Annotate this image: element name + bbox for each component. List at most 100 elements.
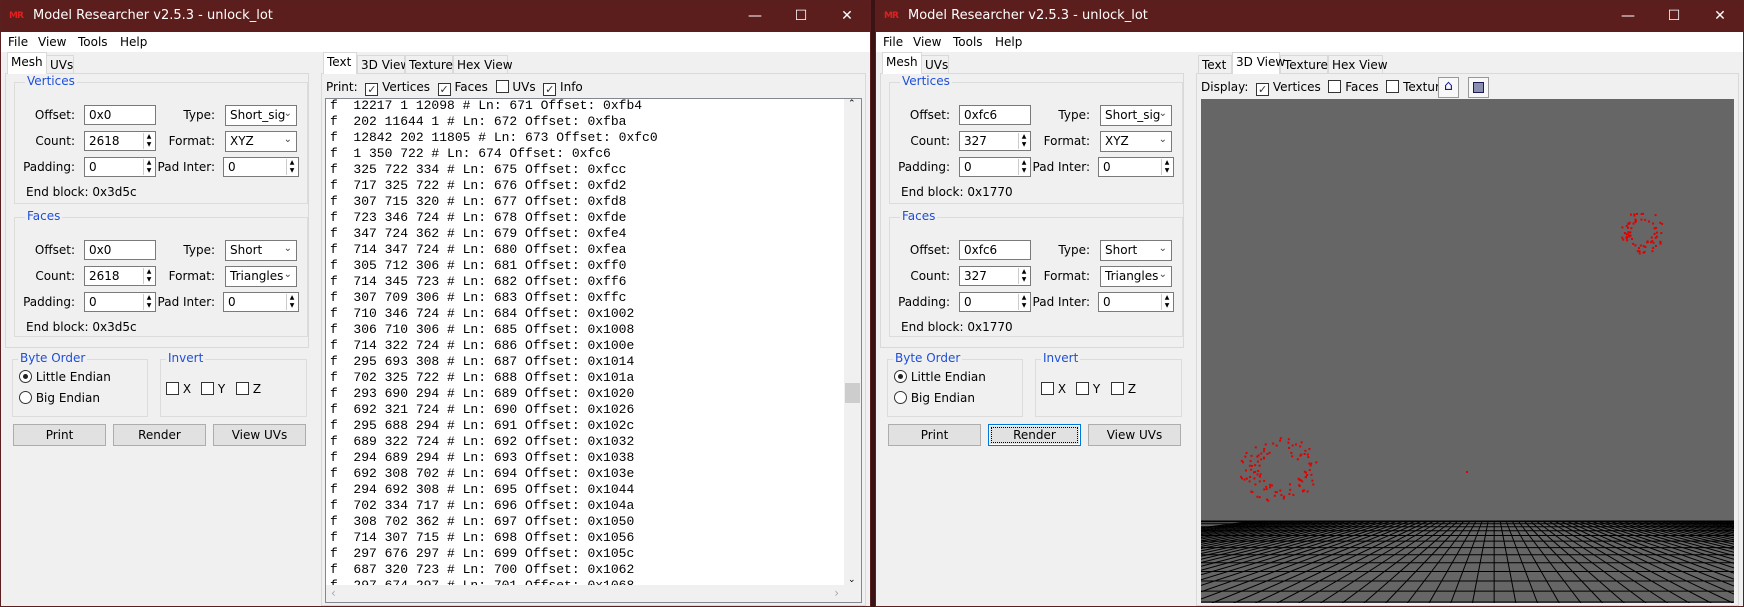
radio-icon[interactable] xyxy=(19,391,32,404)
title-bar[interactable]: MR Model Researcher v2.5.3 - unlock_lot … xyxy=(876,1,1743,32)
spin-arrows-icon[interactable]: ▲ ▼ xyxy=(143,268,154,284)
print-faces-checkbox[interactable]: ✓ Faces xyxy=(437,80,488,96)
checkbox-icon[interactable] xyxy=(1328,80,1342,93)
invert-z-checkbox[interactable]: Z xyxy=(1111,382,1136,396)
tab-text[interactable]: Text xyxy=(1198,55,1232,75)
vertices-offset-input[interactable]: 0xfc6 xyxy=(959,105,1031,125)
radio-little-endian[interactable]: Little Endian xyxy=(19,370,111,384)
faces-format-select[interactable]: Triangles ⌄ xyxy=(1100,266,1172,287)
menu-tools[interactable]: Tools xyxy=(953,35,983,49)
checkbox-icon[interactable] xyxy=(1111,382,1124,395)
faces-pad-inter-stepper[interactable]: 0 ▲ ▼ xyxy=(223,292,299,312)
title-bar[interactable]: MR Model Researcher v2.5.3 - unlock_lot … xyxy=(1,1,870,32)
faces-count-stepper[interactable]: 327 ▲ ▼ xyxy=(959,266,1031,286)
tab-text[interactable]: Text xyxy=(323,52,357,74)
scroll-up-icon[interactable]: ⌃ xyxy=(848,99,856,109)
tab-uvs[interactable]: UVs xyxy=(46,55,74,75)
checkbox-icon[interactable] xyxy=(1386,80,1400,93)
checkbox-icon[interactable] xyxy=(166,382,179,395)
print-info-checkbox[interactable]: ✓ Info xyxy=(543,80,583,96)
display-faces-checkbox[interactable]: Faces xyxy=(1328,80,1379,94)
scroll-left-icon[interactable]: ‹ xyxy=(331,586,336,600)
home-view-button[interactable]: ⌂ xyxy=(1438,77,1459,98)
radio-icon[interactable] xyxy=(894,370,907,383)
scroll-right-icon[interactable]: › xyxy=(834,586,839,600)
menu-file[interactable]: File xyxy=(8,35,28,49)
checkbox-icon[interactable] xyxy=(236,382,249,395)
3d-viewport[interactable] xyxy=(1201,99,1734,603)
close-button[interactable]: ✕ xyxy=(1697,1,1743,32)
tab-mesh[interactable]: Mesh xyxy=(7,52,47,74)
faces-format-select[interactable]: Triangles ⌄ xyxy=(225,266,297,287)
tab-hex-view[interactable]: Hex View xyxy=(1328,55,1388,75)
render-button[interactable]: Render xyxy=(113,424,206,446)
checkbox-icon[interactable] xyxy=(1076,382,1089,395)
horizontal-scrollbar[interactable]: ‹ › xyxy=(326,585,861,602)
spin-arrows-icon[interactable]: ▲ ▼ xyxy=(1018,133,1029,149)
close-button[interactable]: ✕ xyxy=(824,1,870,32)
checkbox-icon[interactable]: ✓ xyxy=(365,83,379,96)
menu-tools[interactable]: Tools xyxy=(78,35,108,49)
checkbox-icon[interactable]: ✓ xyxy=(1256,83,1270,96)
invert-y-checkbox[interactable]: Y xyxy=(1076,382,1100,396)
fit-view-button[interactable] xyxy=(1468,77,1489,98)
vertices-format-select[interactable]: XYZ ⌄ xyxy=(225,131,297,152)
spin-arrows-icon[interactable]: ▲ ▼ xyxy=(143,133,154,149)
maximize-button[interactable]: ☐ xyxy=(778,1,824,32)
tab-mesh[interactable]: Mesh xyxy=(882,52,922,74)
faces-count-stepper[interactable]: 2618 ▲ ▼ xyxy=(84,266,156,286)
tab-uvs[interactable]: UVs xyxy=(921,55,949,75)
menu-view[interactable]: View xyxy=(913,35,941,49)
menu-file[interactable]: File xyxy=(883,35,903,49)
spin-arrows-icon[interactable]: ▲ ▼ xyxy=(1161,159,1172,175)
menu-help[interactable]: Help xyxy=(120,35,147,49)
vertical-scrollbar[interactable]: ⌃ ⌄ xyxy=(844,99,861,585)
radio-big-endian[interactable]: Big Endian xyxy=(19,391,100,405)
radio-icon[interactable] xyxy=(19,370,32,383)
minimize-button[interactable]: — xyxy=(732,1,778,32)
menu-view[interactable]: View xyxy=(38,35,66,49)
checkbox-icon[interactable] xyxy=(201,382,214,395)
checkbox-icon[interactable] xyxy=(495,80,509,93)
tab-3d-view[interactable]: 3D View xyxy=(357,55,410,75)
print-vertices-checkbox[interactable]: ✓ Vertices xyxy=(365,80,430,96)
scroll-thumb[interactable] xyxy=(845,383,860,404)
minimize-button[interactable]: — xyxy=(1605,1,1651,32)
tab-hex-view[interactable]: Hex View xyxy=(453,55,513,75)
radio-big-endian[interactable]: Big Endian xyxy=(894,391,975,405)
checkbox-icon[interactable] xyxy=(1041,382,1054,395)
display-vertices-checkbox[interactable]: ✓ Vertices xyxy=(1256,80,1321,96)
radio-icon[interactable] xyxy=(894,391,907,404)
invert-x-checkbox[interactable]: X xyxy=(1041,382,1066,396)
view-uvs-button[interactable]: View UVs xyxy=(213,424,306,446)
vertices-type-select[interactable]: Short_sig ⌄ xyxy=(225,105,297,126)
menu-help[interactable]: Help xyxy=(995,35,1022,49)
spin-arrows-icon[interactable]: ▲ ▼ xyxy=(286,159,297,175)
faces-type-select[interactable]: Short ⌄ xyxy=(1100,240,1172,261)
faces-offset-input[interactable]: 0x0 xyxy=(84,240,156,260)
spin-arrows-icon[interactable]: ▲ ▼ xyxy=(1161,294,1172,310)
vertices-count-stepper[interactable]: 2618 ▲ ▼ xyxy=(84,131,156,151)
invert-x-checkbox[interactable]: X xyxy=(166,382,191,396)
checkbox-icon[interactable]: ✓ xyxy=(543,83,557,96)
text-output[interactable]: f 12217 1 12098 # Ln: 671 Offset: 0xfb4 f… xyxy=(325,98,862,603)
spin-arrows-icon[interactable]: ▲ ▼ xyxy=(286,294,297,310)
print-button[interactable]: Print xyxy=(888,424,981,446)
vertices-offset-input[interactable]: 0x0 xyxy=(84,105,156,125)
vertices-pad-inter-stepper[interactable]: 0 ▲ ▼ xyxy=(223,157,299,177)
scroll-down-icon[interactable]: ⌄ xyxy=(848,575,856,585)
faces-pad-inter-stepper[interactable]: 0 ▲ ▼ xyxy=(1098,292,1174,312)
tab-texture[interactable]: Texture xyxy=(405,55,453,75)
vertices-type-select[interactable]: Short_sig ⌄ xyxy=(1100,105,1172,126)
view-uvs-button[interactable]: View UVs xyxy=(1088,424,1181,446)
tab-texture[interactable]: Texture xyxy=(1280,55,1328,75)
vertices-format-select[interactable]: XYZ ⌄ xyxy=(1100,131,1172,152)
spin-arrows-icon[interactable]: ▲ ▼ xyxy=(1018,268,1029,284)
faces-offset-input[interactable]: 0xfc6 xyxy=(959,240,1031,260)
tab-3d-view[interactable]: 3D View xyxy=(1232,52,1285,74)
print-uvs-checkbox[interactable]: UVs xyxy=(495,80,536,94)
invert-z-checkbox[interactable]: Z xyxy=(236,382,261,396)
maximize-button[interactable]: ☐ xyxy=(1651,1,1697,32)
vertices-pad-inter-stepper[interactable]: 0 ▲ ▼ xyxy=(1098,157,1174,177)
faces-type-select[interactable]: Short ⌄ xyxy=(225,240,297,261)
